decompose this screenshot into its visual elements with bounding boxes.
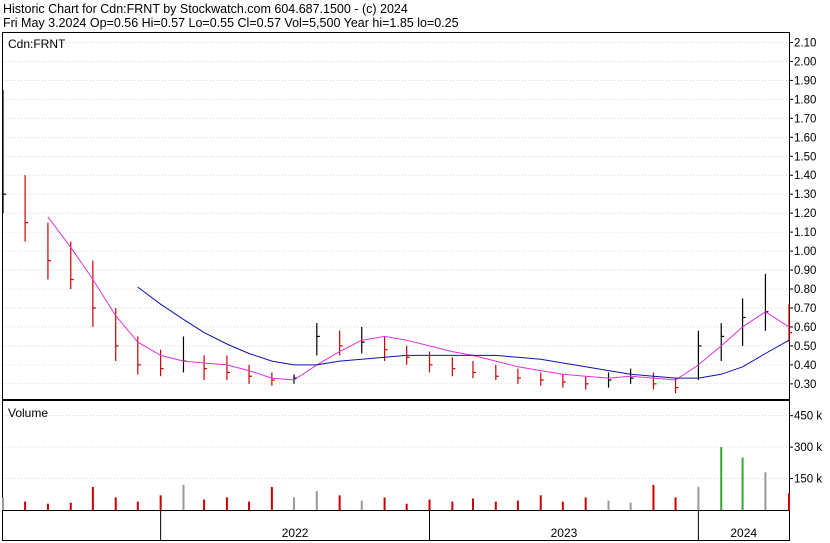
moving-averages [47, 216, 790, 381]
stock-chart: 2.10 2.00 1.90 1.80 1.70 1.60 1.50 1.40 1.30 1.20… [2, 32, 822, 541]
price-panel-frame [2, 32, 790, 400]
volume-bar [203, 499, 206, 510]
price-tick-label: 1.90 [794, 75, 816, 87]
price-tick-label: 0.50 [794, 341, 816, 353]
volume-bar [697, 486, 700, 510]
volume-bar [248, 501, 251, 510]
volume-panel-label: Volume [8, 406, 48, 420]
volume-bar [225, 497, 228, 510]
volume-axis: 450 k 300 k 150 k [789, 411, 822, 486]
volume-bar [471, 498, 474, 510]
year-axis [2, 510, 790, 541]
volume-bar [182, 484, 185, 510]
price-tick-label: 0.40 [794, 360, 816, 372]
price-tick-label: 1.50 [794, 151, 816, 163]
volume-tick-label: 150 k [794, 474, 822, 486]
year-label: 2023 [551, 526, 578, 540]
volume-panel-frame [2, 400, 790, 511]
volume-grid [3, 415, 789, 479]
long-moving-average-line [137, 286, 790, 379]
volume-bar [405, 503, 408, 510]
year-label: 2024 [730, 526, 757, 540]
volume-tick-label: 300 k [794, 442, 822, 454]
volume-bar [764, 472, 767, 510]
price-tick-label: 0.30 [794, 379, 816, 391]
volume-bar [114, 497, 117, 510]
volume-bar [91, 486, 94, 510]
price-tick-label: 0.60 [794, 322, 816, 334]
volume-bar [383, 497, 386, 510]
volume-bar [136, 501, 139, 510]
volume-bar [159, 495, 162, 510]
volume-bar [270, 486, 273, 510]
price-tick-label: 0.70 [794, 303, 816, 315]
volume-bar [607, 500, 610, 510]
volume-bar [741, 457, 744, 510]
volume-bar [652, 484, 655, 510]
price-axis: 2.10 2.00 1.90 1.80 1.70 1.60 1.50 1.40 1.30 1.20… [789, 37, 816, 391]
price-tick-label: 1.00 [794, 246, 816, 258]
price-tick-label: 1.20 [794, 208, 816, 220]
volume-bar [69, 502, 72, 510]
volume-bar [360, 500, 363, 510]
price-tick-label: 1.80 [794, 94, 816, 106]
year-label: 2022 [282, 526, 309, 540]
price-tick-label: 0.80 [794, 284, 816, 296]
year-labels: 2022 2023 2024 [160, 510, 757, 540]
volume-bar [292, 497, 295, 510]
volume-bar [539, 495, 542, 510]
volume-tick-label: 450 k [794, 411, 822, 423]
price-grid [3, 42, 789, 385]
volume-bar [561, 501, 564, 510]
price-bars [2, 89, 792, 394]
price-tick-label: 0.90 [794, 265, 816, 277]
price-tick-label: 1.40 [794, 170, 816, 182]
price-tick-label: 1.10 [794, 227, 816, 239]
price-tick-label: 1.60 [794, 132, 816, 144]
volume-bar [315, 491, 318, 510]
volume-bar [494, 501, 497, 510]
price-tick-label: 2.00 [794, 56, 816, 68]
volume-bar [24, 501, 27, 510]
volume-bar [516, 500, 519, 510]
volume-bar [788, 493, 790, 510]
volume-bar [629, 502, 632, 510]
volume-bar [338, 495, 341, 510]
volume-bar [720, 447, 723, 510]
price-tick-label: 1.70 [794, 113, 816, 125]
volume-bar [46, 503, 49, 510]
price-tick-label: 2.10 [794, 37, 816, 49]
volume-bar [451, 501, 454, 510]
volume-bar [428, 499, 431, 510]
price-tick-label: 1.30 [794, 189, 816, 201]
volume-bar [674, 497, 677, 510]
price-panel-label: Cdn:FRNT [8, 37, 66, 51]
volume-bar [584, 497, 587, 510]
volume-bar [2, 497, 4, 510]
